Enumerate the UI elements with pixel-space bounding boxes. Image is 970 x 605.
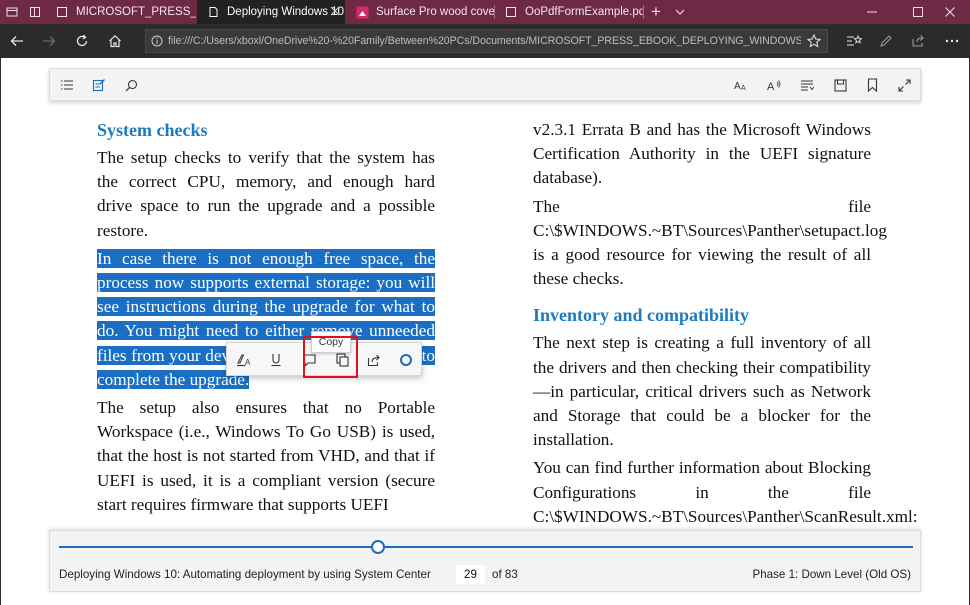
pen-icon [880, 35, 892, 47]
svg-text:A: A [767, 81, 775, 92]
more-dots-icon [945, 39, 959, 43]
left-column: System checks The setup checks to verify… [97, 118, 435, 521]
forward-button[interactable] [33, 24, 65, 58]
tab-deploying-windows[interactable]: Deploying Windows 10: [197, 0, 345, 24]
right-column: v2.3.1 Errata B and has the Microsoft Wi… [533, 118, 918, 533]
paragraph: You can find further information about B… [533, 458, 918, 526]
hub-icon [847, 34, 862, 46]
favorite-star-button[interactable] [801, 34, 827, 48]
tab-label: Deploying Windows 10: [227, 6, 345, 18]
page-icon [206, 5, 220, 19]
home-button[interactable] [99, 24, 131, 58]
svg-text:A: A [245, 358, 251, 367]
close-icon [945, 7, 955, 17]
tab-list-button[interactable] [669, 0, 691, 24]
home-icon [109, 34, 121, 48]
share-icon [367, 354, 380, 366]
set-aside-icon [30, 7, 40, 17]
close-tab-button[interactable] [330, 6, 340, 16]
read-aloud-button[interactable]: A [761, 73, 787, 97]
table-of-contents-button[interactable] [54, 73, 80, 97]
image-icon [355, 5, 369, 19]
text-size-icon: AA [734, 81, 746, 91]
paragraph: The setup also ensures that no Portable … [97, 398, 435, 514]
underline-button[interactable] [263, 348, 289, 372]
page-icon [55, 5, 69, 19]
expand-icon [897, 78, 911, 92]
set-aside-tabs-button[interactable] [24, 0, 46, 24]
page-total: of 83 [492, 568, 518, 581]
tab-ebook[interactable]: MICROSOFT_PRESS_EBOOK [46, 0, 196, 24]
paragraph: The file C:\$WINDOWS.~BT\Sources\Panther… [533, 196, 887, 289]
minimize-button[interactable] [852, 0, 892, 24]
maximize-icon [913, 7, 923, 17]
paragraph: v2.3.1 Errata B and has the Microsoft Wi… [533, 120, 871, 188]
info-icon[interactable] [146, 35, 168, 47]
tab-pdf-form[interactable]: OoPdfFormExample.pdf [495, 0, 643, 24]
page-number-input[interactable]: 29 [455, 564, 486, 585]
book-title: Deploying Windows 10: Automating deploym… [59, 568, 431, 581]
progress-slider-thumb[interactable] [371, 540, 386, 554]
ask-cortana-icon [400, 354, 412, 366]
learning-tools-icon [801, 80, 814, 91]
chevron-down-icon [675, 9, 685, 15]
share-selection-button[interactable] [361, 348, 387, 372]
tab-label: OoPdfFormExample.pdf [525, 6, 643, 18]
tab-preview-icon [6, 7, 18, 17]
page-icon [504, 5, 518, 19]
notes-button[interactable] [86, 73, 112, 97]
search-button[interactable] [118, 73, 144, 97]
paragraph: The next step is creating a full invento… [533, 333, 871, 450]
svg-text:A: A [734, 81, 741, 91]
search-icon [125, 79, 137, 91]
reader-toolbar: AA A [49, 68, 921, 101]
forward-arrow-icon [43, 36, 56, 46]
learning-tools-button[interactable] [794, 73, 820, 97]
highlight-button[interactable]: A [231, 348, 257, 372]
read-aloud-icon: A [767, 79, 780, 92]
address-url[interactable]: file:///C:/Users/xboxl/OneDrive%20-%20Fa… [168, 35, 801, 47]
chapter-title: Phase 1: Down Level (Old OS) [752, 568, 911, 581]
close-icon [330, 6, 340, 16]
paragraph: The setup checks to verify that the syst… [97, 148, 435, 240]
reader-footer: Deploying Windows 10: Automating deploym… [49, 530, 921, 592]
progress-track[interactable] [59, 546, 913, 548]
back-button[interactable] [1, 24, 33, 58]
more-button[interactable] [936, 24, 968, 58]
notes-icon [92, 79, 105, 92]
ask-cortana-button[interactable] [393, 348, 419, 372]
bookmark-icon [867, 78, 877, 92]
highlight-icon: A [237, 354, 251, 367]
back-arrow-icon [10, 36, 23, 46]
address-bar[interactable]: file:///C:/Users/xboxl/OneDrive%20-%20Fa… [145, 29, 828, 53]
share-icon [912, 35, 924, 47]
underline-icon [271, 354, 281, 367]
new-tab-button[interactable]: + [645, 0, 667, 24]
star-icon [807, 34, 821, 48]
svg-text:A: A [741, 85, 746, 91]
web-note-button[interactable] [870, 24, 902, 58]
tab-bar: MICROSOFT_PRESS_EBOOK Deploying Windows … [0, 0, 970, 24]
refresh-icon [76, 34, 88, 47]
minimize-icon [867, 11, 877, 13]
save-icon [833, 78, 847, 92]
tab-label: Surface Pro wood cover fro [376, 6, 494, 18]
refresh-button[interactable] [66, 24, 98, 58]
share-button[interactable] [902, 24, 934, 58]
full-screen-button[interactable] [891, 73, 917, 97]
tab-surface-pro[interactable]: Surface Pro wood cover fro [346, 0, 494, 24]
bookmark-button[interactable] [859, 73, 885, 97]
text-options-button[interactable]: AA [728, 73, 754, 97]
favorites-hub-button[interactable] [838, 24, 870, 58]
tab-preview-button[interactable] [0, 0, 24, 24]
save-button[interactable] [827, 73, 853, 97]
close-window-button[interactable] [930, 0, 970, 24]
section-heading: Inventory and compatibility [533, 305, 750, 326]
list-icon [61, 80, 73, 90]
annotation-highlight-box [303, 336, 358, 378]
tab-label: MICROSOFT_PRESS_EBOOK [76, 6, 196, 18]
navigation-bar: file:///C:/Users/xboxl/OneDrive%20-%20Fa… [0, 24, 970, 58]
section-heading: System checks [97, 120, 208, 140]
